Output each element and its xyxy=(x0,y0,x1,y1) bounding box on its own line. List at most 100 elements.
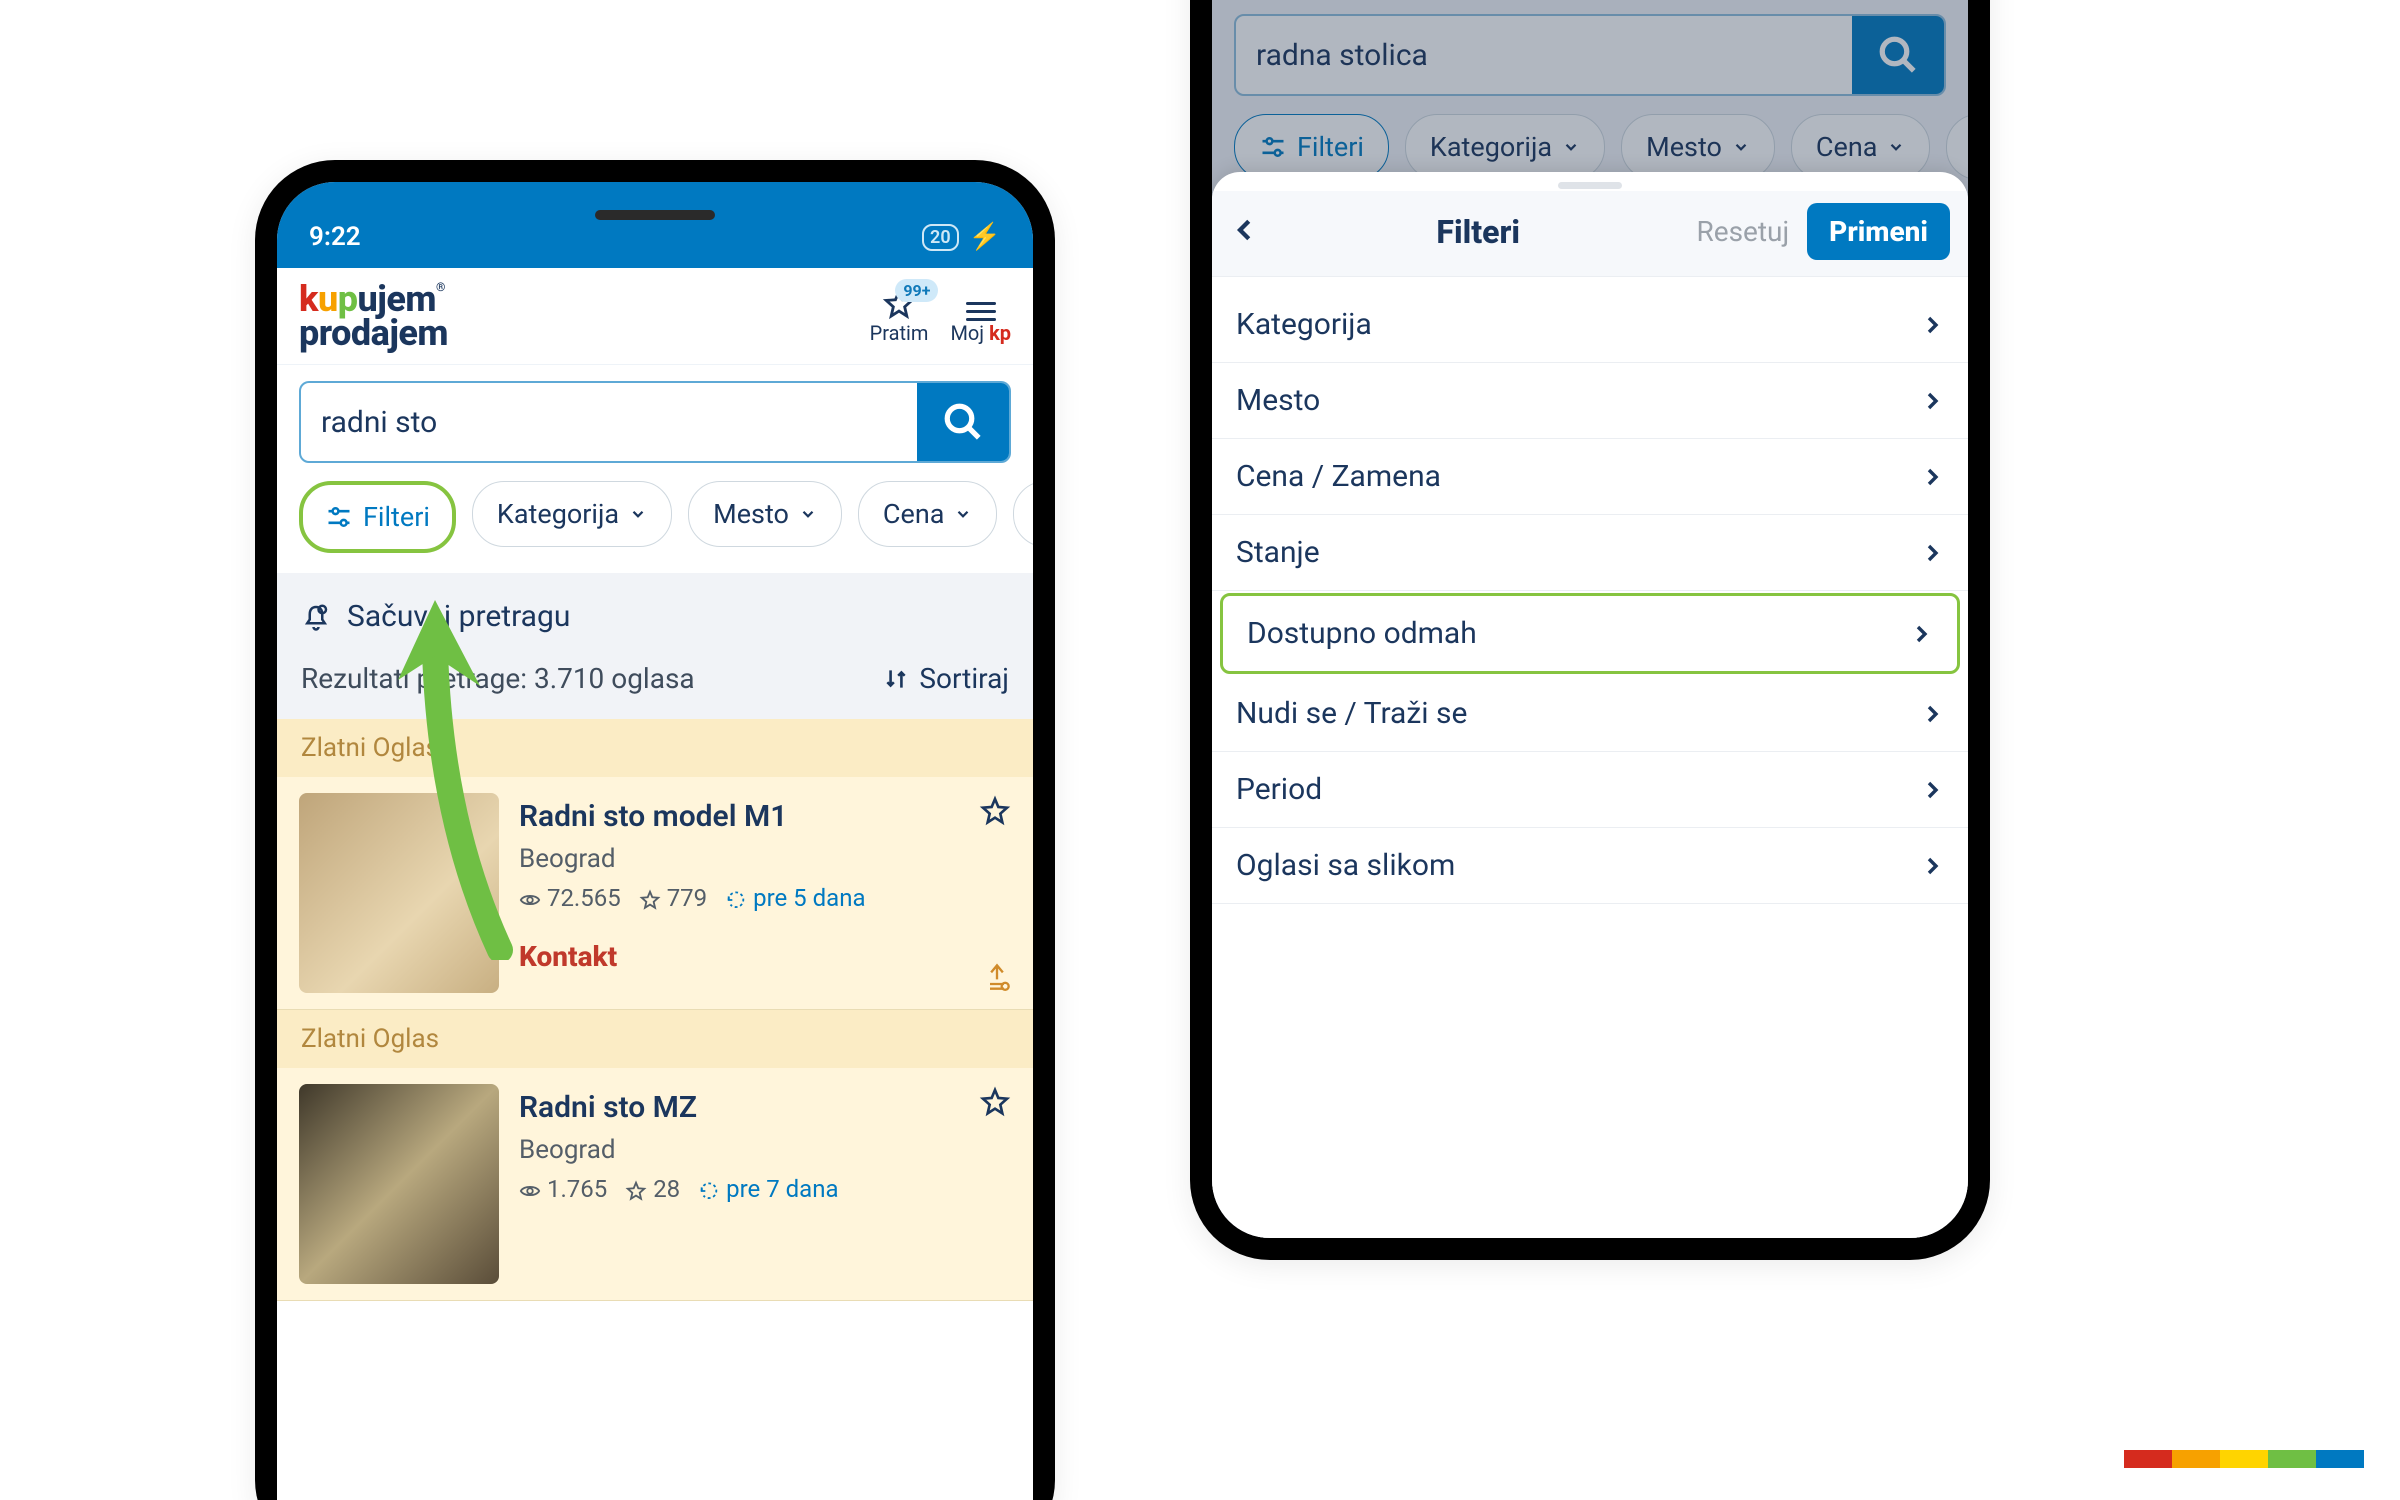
filter-item-dostupno[interactable]: Dostupno odmah xyxy=(1220,593,1960,674)
chevron-right-icon xyxy=(1920,313,1944,337)
star-outline-icon xyxy=(639,889,661,911)
status-time: 9:22 xyxy=(309,222,361,252)
search-button[interactable] xyxy=(917,383,1009,461)
menu-icon xyxy=(966,302,996,321)
sheet-title: Filteri xyxy=(1260,213,1696,251)
favorite-button[interactable] xyxy=(979,795,1011,831)
listing-price: Kontakt xyxy=(519,940,1011,973)
menu-label: Moj kp xyxy=(950,321,1011,345)
gold-label: Zlatni Oglas xyxy=(277,719,1033,777)
chevron-left-icon xyxy=(1230,215,1260,245)
app-header: kupujem® prodajem 99+ Pratim Moj kp xyxy=(277,268,1033,365)
search-icon xyxy=(942,401,984,443)
status-bar: 9:22 20 ⚡ xyxy=(277,182,1033,268)
chevron-down-icon xyxy=(954,505,972,523)
chevron-down-icon xyxy=(629,505,647,523)
sheet-list: Kategorija Mesto Cena / Zamena Stanje Do… xyxy=(1212,277,1968,904)
search-input[interactable]: radni sto xyxy=(301,383,917,461)
star-outline-icon xyxy=(625,1180,647,1202)
chip-kategorija[interactable]: Kategorija xyxy=(472,481,672,547)
filter-item-label: Dostupno odmah xyxy=(1247,616,1477,651)
eye-icon xyxy=(519,1180,541,1202)
kp-logo[interactable]: kupujem® prodajem xyxy=(299,282,448,350)
filter-item-label: Mesto xyxy=(1236,383,1320,418)
screen-right: radna stolica Filteri Kategorija Mesto C… xyxy=(1212,0,1968,1238)
star-outline-icon xyxy=(979,795,1011,827)
filter-item-period[interactable]: Period xyxy=(1212,752,1968,828)
follow-label: Pratim xyxy=(870,321,929,345)
follow-button[interactable]: 99+ Pratim xyxy=(870,287,929,345)
listing-location: Beograd xyxy=(519,844,1011,874)
sliders-icon xyxy=(325,503,353,531)
menu-button[interactable]: Moj kp xyxy=(950,302,1011,345)
filter-item-stanje[interactable]: Stanje xyxy=(1212,515,1968,591)
chip-label: Cena xyxy=(883,498,945,530)
chevron-right-icon xyxy=(1920,702,1944,726)
filter-item-kategorija[interactable]: Kategorija xyxy=(1212,287,1968,363)
chevron-down-icon xyxy=(799,505,817,523)
sheet-handle[interactable] xyxy=(1558,182,1622,189)
chip-mesto[interactable]: Mesto xyxy=(688,481,842,547)
chip-filteri[interactable]: Filteri xyxy=(299,481,456,553)
results-count: Rezultati pretrage: 3.710 oglasa xyxy=(301,662,695,695)
listing-stats: 1.765 28 pre 7 dana xyxy=(519,1175,1011,1203)
filter-item-label: Stanje xyxy=(1236,535,1320,570)
save-search-label: Sačuvaj pretragu xyxy=(347,599,570,634)
listing-thumb[interactable] xyxy=(299,793,499,993)
gold-label: Zlatni Oglas xyxy=(277,1010,1033,1068)
battery-icon: 20 xyxy=(922,224,959,251)
sort-label: Sortiraj xyxy=(919,662,1009,695)
filter-item-mesto[interactable]: Mesto xyxy=(1212,363,1968,439)
chip-cena[interactable]: Cena xyxy=(858,481,998,547)
phone-left: 9:22 20 ⚡ kupujem® prodajem 99+ Pratim xyxy=(255,160,1055,1500)
sort-icon xyxy=(883,666,909,692)
refresh-icon xyxy=(725,889,747,911)
filter-item-label: Cena / Zamena xyxy=(1236,459,1441,494)
sheet-header: Filteri Resetuj Primeni xyxy=(1212,191,1968,277)
chip-label: Kategorija xyxy=(497,498,619,530)
listing-card[interactable]: Radni sto model M1 Beograd 72.565 779 pr… xyxy=(277,777,1033,1010)
chevron-right-icon xyxy=(1920,465,1944,489)
listing-title: Radni sto MZ xyxy=(519,1090,1011,1125)
listing-card[interactable]: Radni sto MZ Beograd 1.765 28 pre 7 dana xyxy=(277,1068,1033,1301)
sort-button[interactable]: Sortiraj xyxy=(883,662,1009,695)
phone-right: radna stolica Filteri Kategorija Mesto C… xyxy=(1190,0,1990,1260)
filter-item-nudi[interactable]: Nudi se / Traži se xyxy=(1212,676,1968,752)
sheet-reset-button[interactable]: Resetuj xyxy=(1696,215,1789,248)
listing-location: Beograd xyxy=(519,1135,1011,1165)
follow-badge: 99+ xyxy=(895,279,938,302)
chevron-right-icon xyxy=(1920,541,1944,565)
bell-plus-icon xyxy=(301,602,331,632)
promo-icon xyxy=(983,963,1011,995)
chevron-right-icon xyxy=(1920,854,1944,878)
save-search[interactable]: Sačuvaj pretragu xyxy=(277,573,1033,648)
filter-sheet: Filteri Resetuj Primeni Kategorija Mesto… xyxy=(1212,172,1968,1238)
listing-title: Radni sto model M1 xyxy=(519,799,1011,834)
filter-chip-row[interactable]: Filteri Kategorija Mesto Cena Sta xyxy=(277,481,1033,573)
phone-speaker xyxy=(595,210,715,220)
filter-item-label: Period xyxy=(1236,772,1322,807)
filter-item-cena[interactable]: Cena / Zamena xyxy=(1212,439,1968,515)
screen-left: 9:22 20 ⚡ kupujem® prodajem 99+ Pratim xyxy=(277,182,1033,1500)
brand-stripes xyxy=(2124,1450,2364,1468)
favorite-button[interactable] xyxy=(979,1086,1011,1122)
sheet-back-button[interactable] xyxy=(1230,215,1260,249)
listing-stats: 72.565 779 pre 5 dana xyxy=(519,884,1011,912)
sheet-apply-button[interactable]: Primeni xyxy=(1807,203,1950,260)
filter-item-label: Kategorija xyxy=(1236,307,1372,342)
filter-item-label: Nudi se / Traži se xyxy=(1236,696,1467,731)
search-box[interactable]: radni sto xyxy=(299,381,1011,463)
listing-thumb[interactable] xyxy=(299,1084,499,1284)
chip-label: Mesto xyxy=(713,498,789,530)
chevron-right-icon xyxy=(1920,778,1944,802)
charging-icon: ⚡ xyxy=(969,222,1001,252)
star-outline-icon xyxy=(979,1086,1011,1118)
chip-stanje[interactable]: Sta xyxy=(1013,481,1033,547)
refresh-icon xyxy=(698,1180,720,1202)
eye-icon xyxy=(519,889,541,911)
filter-item-label: Oglasi sa slikom xyxy=(1236,848,1455,883)
chip-label: Filteri xyxy=(363,501,430,533)
chevron-right-icon xyxy=(1909,622,1933,646)
filter-item-slika[interactable]: Oglasi sa slikom xyxy=(1212,828,1968,904)
chevron-right-icon xyxy=(1920,389,1944,413)
